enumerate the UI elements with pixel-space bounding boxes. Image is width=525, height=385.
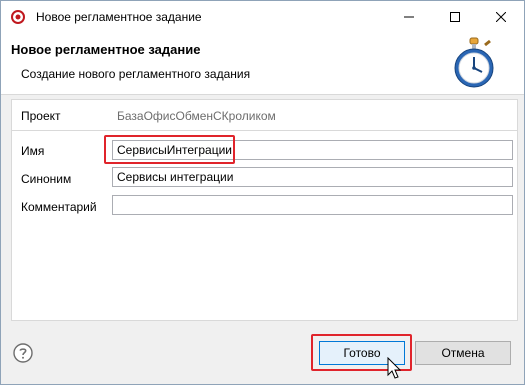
minimize-button[interactable] xyxy=(386,1,432,32)
cancel-button[interactable]: Отмена xyxy=(415,341,511,365)
synonym-input[interactable]: Сервисы интеграции xyxy=(112,167,513,187)
wizard-header: Новое регламентное задание Создание ново… xyxy=(1,32,524,95)
close-button[interactable] xyxy=(478,1,524,32)
divider xyxy=(12,130,517,131)
app-icon xyxy=(11,10,25,24)
synonym-label: Синоним xyxy=(21,172,72,186)
comment-input[interactable] xyxy=(112,195,513,215)
help-icon[interactable] xyxy=(13,343,33,363)
comment-label: Комментарий xyxy=(21,200,97,214)
title-bar[interactable]: Новое регламентное задание xyxy=(1,1,524,32)
window-title: Новое регламентное задание xyxy=(36,10,202,24)
minimize-icon xyxy=(404,16,414,17)
project-label: Проект xyxy=(21,109,61,123)
close-icon xyxy=(496,11,506,22)
maximize-icon xyxy=(450,11,460,22)
name-label: Имя xyxy=(21,144,45,158)
name-highlight xyxy=(104,135,235,164)
project-value: БазаОфисОбменСКроликом xyxy=(117,109,276,123)
form-panel: Проект БазаОфисОбменСКроликом Имя Сервис… xyxy=(11,99,518,321)
header-subtitle: Создание нового регламентного задания xyxy=(21,67,251,81)
stopwatch-icon xyxy=(454,37,494,88)
header-title: Новое регламентное задание xyxy=(11,42,201,57)
mouse-cursor-icon xyxy=(387,357,402,379)
maximize-button[interactable] xyxy=(432,1,478,32)
dialog-window: Новое регламентное задание Новое регламе… xyxy=(0,0,525,385)
